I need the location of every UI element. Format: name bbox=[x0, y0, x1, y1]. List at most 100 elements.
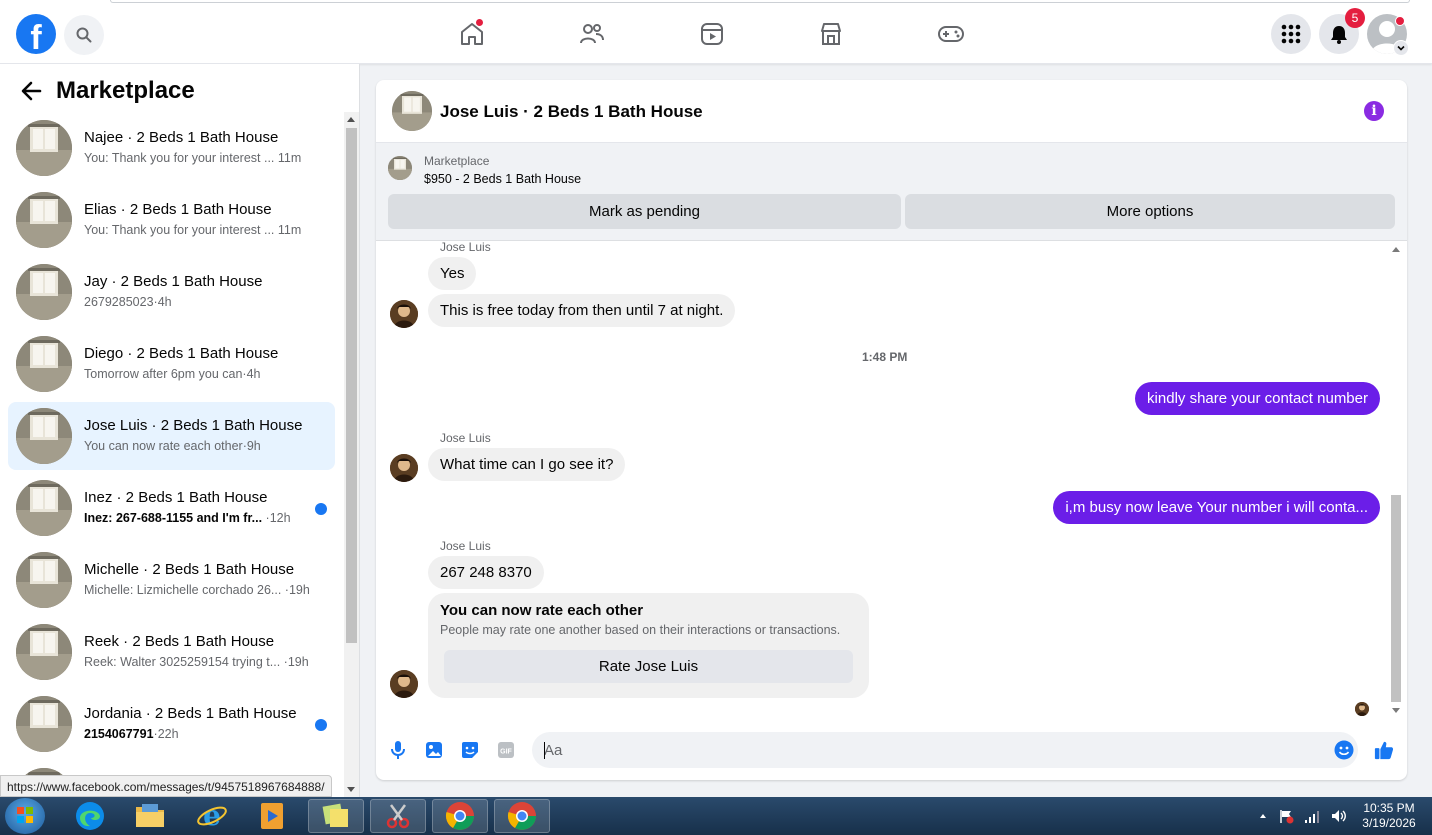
scroll-down-arrow[interactable] bbox=[1392, 708, 1400, 713]
volume-icon[interactable] bbox=[1330, 808, 1348, 824]
listing-photo bbox=[16, 624, 72, 680]
scroll-up-arrow[interactable] bbox=[347, 117, 355, 122]
mark-as-pending-button[interactable]: Mark as pending bbox=[388, 194, 901, 229]
preview-text: You can now rate each other bbox=[84, 439, 243, 453]
scroll-down-arrow[interactable] bbox=[347, 787, 355, 792]
scroll-up-arrow[interactable] bbox=[1392, 247, 1400, 252]
taskbar-chrome-1[interactable] bbox=[432, 799, 488, 833]
taskbar-snipping-tool[interactable] bbox=[370, 799, 426, 833]
video-icon bbox=[701, 23, 723, 45]
attach-photo-button[interactable] bbox=[424, 740, 444, 760]
conversation-name: Jordania · 2 Beds 1 Bath House bbox=[84, 705, 297, 722]
back-button[interactable] bbox=[16, 76, 46, 106]
conversation-item[interactable]: Michelle · 2 Beds 1 Bath House Michelle: … bbox=[8, 546, 335, 614]
menu-button[interactable] bbox=[1271, 14, 1311, 54]
taskbar-internet-explorer[interactable]: e bbox=[184, 799, 240, 833]
gif-button[interactable]: GIF bbox=[496, 740, 516, 760]
facebook-logo-icon[interactable]: f bbox=[16, 14, 56, 54]
action-center-flag-icon[interactable] bbox=[1278, 808, 1294, 824]
sender-avatar[interactable] bbox=[390, 454, 418, 482]
emoji-button[interactable] bbox=[1334, 740, 1354, 760]
nav-friends[interactable] bbox=[572, 16, 612, 52]
conversation-title[interactable]: Jose Luis · 2 Beds 1 Bath House bbox=[440, 102, 703, 122]
system-clock[interactable]: 10:35 PM 3/19/2026 bbox=[1352, 801, 1426, 831]
conversation-name: Jay · 2 Beds 1 Bath House bbox=[84, 273, 263, 290]
taskbar-file-explorer[interactable] bbox=[122, 799, 178, 833]
sticker-button[interactable] bbox=[460, 740, 480, 760]
conversation-item[interactable]: Elias · 2 Beds 1 Bath House You: Thank yo… bbox=[8, 186, 335, 254]
taskbar-media-player[interactable] bbox=[244, 799, 300, 833]
conversation-thumbnail bbox=[16, 696, 72, 752]
nav-video[interactable] bbox=[692, 16, 732, 52]
media-player-icon bbox=[261, 803, 283, 829]
conversation-item[interactable]: Jay · 2 Beds 1 Bath House 2679285023·4h bbox=[8, 258, 335, 326]
conversation-thumbnail bbox=[16, 120, 72, 176]
rate-user-button[interactable]: Rate Jose Luis bbox=[444, 650, 853, 683]
image-icon bbox=[426, 742, 442, 758]
nav-home[interactable] bbox=[452, 16, 492, 52]
conversation-item[interactable]: Najee · 2 Beds 1 Bath House You: Thank yo… bbox=[8, 114, 335, 182]
more-options-button[interactable]: More options bbox=[905, 194, 1395, 229]
taskbar-edge[interactable] bbox=[62, 799, 118, 833]
start-button[interactable] bbox=[5, 798, 45, 834]
listing-photo bbox=[16, 408, 72, 464]
account-menu-chevron[interactable] bbox=[1393, 40, 1409, 56]
listing-photo bbox=[16, 552, 72, 608]
conversation-item[interactable]: Reek · 2 Beds 1 Bath House Reek: Walter 3… bbox=[8, 618, 335, 686]
conversation-thumbnail bbox=[16, 480, 72, 536]
browser-frame-edge bbox=[110, 0, 1410, 3]
sticker-icon bbox=[462, 742, 478, 758]
scrollbar-thumb[interactable] bbox=[346, 128, 357, 643]
conversation-preview: Inez: 267-688-1155 and I'm fr... ·12h bbox=[84, 511, 291, 525]
preview-text: 2154067791 bbox=[84, 727, 154, 741]
message-timestamp: 1:48 PM bbox=[862, 350, 908, 364]
arrow-left-icon bbox=[21, 81, 42, 101]
taskbar-sticky-notes[interactable] bbox=[308, 799, 364, 833]
conversation-preview: 2679285023·4h bbox=[84, 295, 172, 309]
chrome-icon bbox=[445, 802, 474, 830]
thread-scrollbar[interactable] bbox=[1390, 242, 1402, 720]
sender-avatar[interactable] bbox=[390, 300, 418, 328]
scrollbar-thumb[interactable] bbox=[1391, 495, 1401, 702]
sidebar-scrollbar[interactable] bbox=[344, 112, 359, 797]
text-caret bbox=[544, 742, 545, 759]
voice-clip-button[interactable] bbox=[388, 740, 408, 760]
conversation-thumbnail bbox=[16, 408, 72, 464]
nav-marketplace[interactable] bbox=[811, 16, 851, 52]
search-button[interactable] bbox=[64, 15, 104, 55]
rate-each-other-card: You can now rate each other People may r… bbox=[428, 593, 869, 698]
incoming-message: Yes bbox=[428, 257, 477, 290]
conversation-item[interactable]: Jordania · 2 Beds 1 Bath House 2154067791… bbox=[8, 690, 335, 758]
sender-name: Jose Luis bbox=[440, 539, 491, 553]
info-icon[interactable]: i bbox=[1364, 101, 1384, 121]
listing-thumbnail[interactable] bbox=[392, 91, 432, 131]
marketplace-sidebar: Marketplace Najee · 2 Beds 1 Bath House Y… bbox=[0, 64, 360, 797]
listing-price-title[interactable]: $950 - 2 Beds 1 Bath House bbox=[424, 172, 581, 186]
nav-gaming[interactable] bbox=[931, 16, 971, 52]
conversation-name: Michelle · 2 Beds 1 Bath House bbox=[84, 561, 295, 578]
conversation-item[interactable]: Jose Luis · 2 Beds 1 Bath House You can n… bbox=[8, 402, 335, 470]
conversation-preview: You: Thank you for your interest ... 11m bbox=[84, 151, 301, 165]
preview-text: You: Thank you for your interest ... bbox=[84, 151, 275, 165]
outgoing-message: i,m busy now leave Your number i will co… bbox=[1053, 491, 1380, 524]
sender-name: Jose Luis bbox=[440, 242, 491, 254]
taskbar-chrome-2[interactable] bbox=[494, 799, 550, 833]
conversation-item[interactable]: Diego · 2 Beds 1 Bath House Tomorrow afte… bbox=[8, 330, 335, 398]
notification-count-badge: 5 bbox=[1345, 8, 1365, 28]
conversation-preview: Tomorrow after 6pm you can·4h bbox=[84, 367, 260, 381]
conversation-item[interactable]: Inez · 2 Beds 1 Bath House Inez: 267-688-… bbox=[8, 474, 335, 542]
send-like-button[interactable] bbox=[1374, 740, 1394, 760]
conversation-preview: 2154067791·22h bbox=[84, 727, 179, 741]
chevron-up-icon[interactable] bbox=[1258, 811, 1268, 821]
notifications-button[interactable]: 5 bbox=[1319, 8, 1365, 54]
listing-photo bbox=[388, 156, 412, 180]
message-input[interactable] bbox=[532, 732, 1358, 768]
network-signal-icon[interactable] bbox=[1304, 808, 1320, 824]
message-composer: GIF bbox=[376, 730, 1407, 770]
sender-avatar[interactable] bbox=[390, 670, 418, 698]
person-photo bbox=[390, 300, 418, 328]
message-thread: Jose Luis Yes This is free today from th… bbox=[376, 242, 1407, 720]
preview-time: ·4h bbox=[242, 367, 261, 381]
preview-time: ·22h bbox=[153, 727, 179, 741]
conversation-preview: Reek: Walter 3025259154 trying t... ·19h bbox=[84, 655, 309, 669]
